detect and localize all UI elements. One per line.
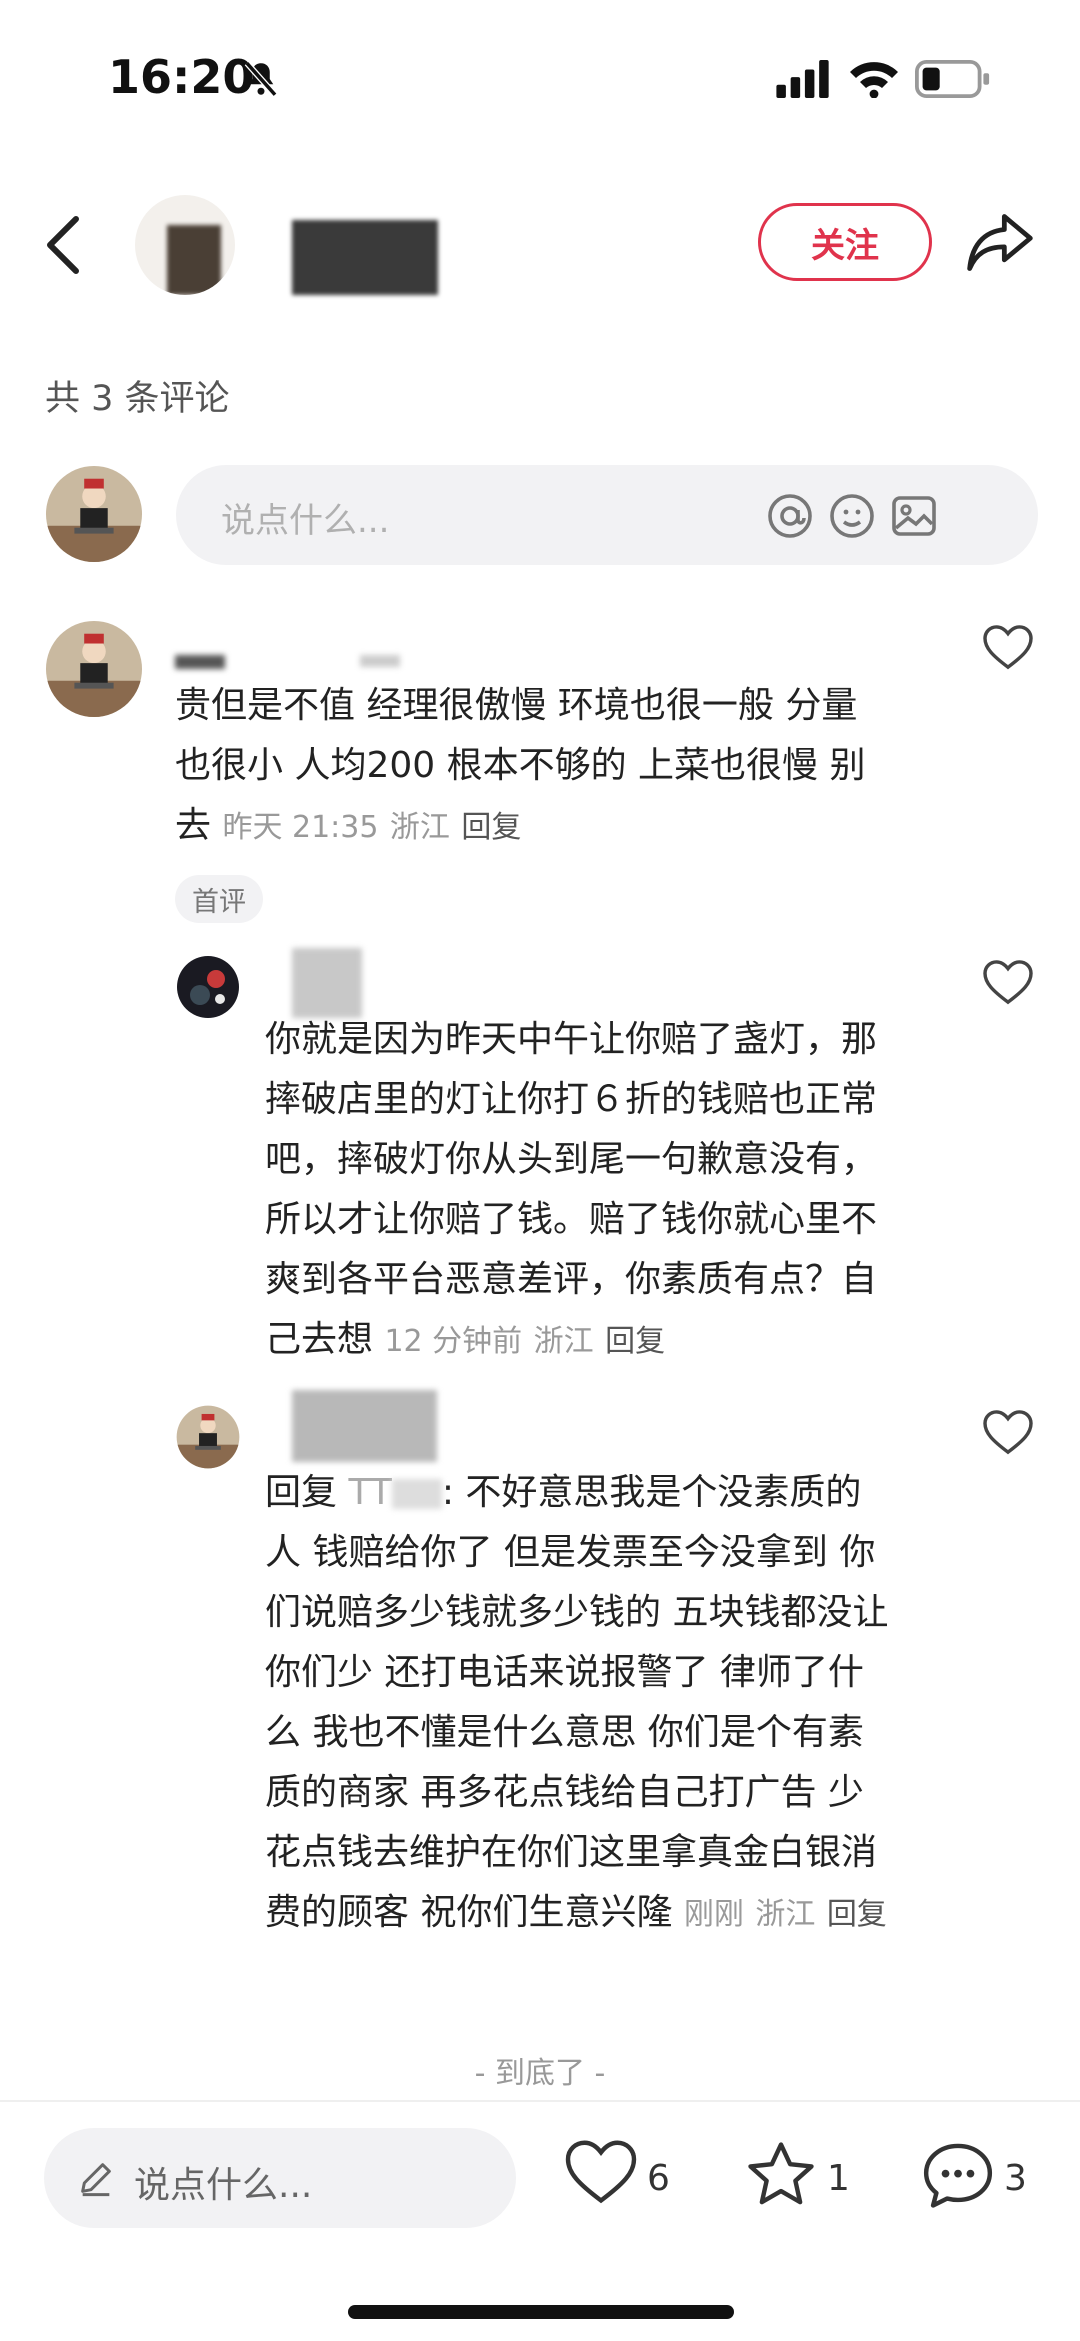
comment-time: 刚刚 [683, 1897, 744, 1932]
comment-2-line: 爽到各平台恶意差评，你素质有点？自 [265, 1259, 878, 1300]
comment-3-first-line: 回复 TT : 不好意思我是个没素质的 [265, 1463, 965, 1523]
commenter-name[interactable] [175, 655, 225, 669]
comment-3-line: 费的顾客 祝你们生意兴隆 [265, 1892, 673, 1933]
comment-2-last-line: 己去想 12 分钟前 浙江 回复 [265, 1310, 965, 1372]
emoji-icon[interactable] [828, 492, 876, 540]
reply-to-blur [391, 1479, 442, 1509]
author-avatar[interactable] [135, 195, 235, 295]
comment-1-line: 去 [175, 805, 212, 846]
comment-3-line: 质的商家 再多花点钱给自己打广告 少 [265, 1772, 864, 1813]
comment-3-line: : 不好意思我是个没素质的 [441, 1472, 862, 1513]
bottom-comment-input[interactable]: 说点什么... [44, 2128, 516, 2228]
first-comment-tag: 首评 [175, 875, 263, 923]
bottom-input-placeholder: 说点什么... [134, 2165, 313, 2206]
mention-icon[interactable] [766, 492, 814, 540]
like-button[interactable]: 6 [565, 2140, 685, 2220]
status-bar: 16:20 [0, 0, 1080, 150]
comment-input[interactable]: 说点什么... [176, 465, 1038, 565]
comment-3-last-line: 费的顾客 祝你们生意兴隆 刚刚 浙江 回复 [265, 1883, 965, 1945]
reply-button[interactable]: 回复 [605, 1324, 665, 1359]
status-time: 16:20 [108, 50, 255, 104]
bell-off-icon [244, 61, 278, 97]
commenter-name[interactable] [292, 948, 362, 1018]
comment-1-text: 贵但是不值 经理很傲慢 环境也很一般 分量 也很小 人均200 根本不够的 上菜… [175, 676, 935, 858]
comment-time: 12 分钟前 [384, 1324, 523, 1359]
commenter-name-extra [360, 655, 400, 667]
collect-button[interactable]: 1 [745, 2140, 855, 2220]
avatar[interactable] [176, 955, 240, 1019]
divider [0, 2100, 1080, 2102]
comment-1-line: 也很小 人均200 根本不够的 上菜也很慢 别 [175, 745, 866, 786]
comment-2-line: 你就是因为昨天中午让你赔了盏灯，那 [265, 1019, 878, 1060]
comment-time: 昨天 21:35 [222, 810, 379, 845]
comment-2-text: 你就是因为昨天中午让你赔了盏灯，那 摔破店里的灯让你打６折的钱赔也正常 吧，摔破… [265, 1010, 965, 1372]
heart-icon [565, 2140, 637, 2204]
back-arrow-icon[interactable] [44, 215, 84, 275]
comment-location: 浙江 [389, 810, 450, 845]
chat-bubble-icon [923, 2143, 993, 2208]
comment-3-line: 们说赔多少钱就多少钱的 五块钱都没让 [265, 1592, 889, 1633]
home-indicator[interactable] [348, 2305, 734, 2319]
comment-count: 共 3 条评论 [45, 379, 230, 419]
comment-input-placeholder: 说点什么... [221, 501, 390, 541]
collect-count: 1 [827, 2158, 850, 2199]
image-icon[interactable] [890, 492, 938, 540]
battery-icon [915, 60, 990, 98]
author-name[interactable] [292, 220, 438, 295]
comments-button[interactable]: 3 [922, 2140, 1042, 2220]
comment-3-text: 回复 TT : 不好意思我是个没素质的 人 钱赔给你了 但是发票至今没拿到 你 们… [265, 1463, 965, 1945]
share-icon[interactable] [965, 210, 1035, 275]
wifi-icon [850, 62, 898, 98]
comment-location: 浙江 [533, 1324, 594, 1359]
comment-2-line: 摔破店里的灯让你打６折的钱赔也正常 [265, 1079, 878, 1120]
reply-to-user[interactable]: TT [348, 1472, 391, 1513]
like-heart-icon[interactable] [983, 1410, 1033, 1456]
like-count: 6 [647, 2158, 670, 2199]
reply-button[interactable]: 回复 [461, 810, 521, 845]
star-icon [748, 2142, 814, 2205]
my-avatar [45, 465, 143, 563]
like-heart-icon[interactable] [983, 625, 1033, 671]
comment-total-count: 3 [1004, 2158, 1027, 2199]
comment-1-line: 贵但是不值 经理很傲慢 环境也很一般 分量 [175, 685, 858, 726]
reply-button[interactable]: 回复 [827, 1897, 887, 1932]
comment-3-line: 人 钱赔给你了 但是发票至今没拿到 你 [265, 1532, 876, 1573]
end-of-list: - 到底了 - [474, 2056, 606, 2091]
comment-2-line: 所以才让你赔了钱。赔了钱你就心里不 [265, 1199, 878, 1240]
comment-1-last-line: 去 昨天 21:35 浙江 回复 [175, 796, 935, 858]
reply-prefix: 回复 [265, 1472, 338, 1513]
commenter-name[interactable] [292, 1390, 437, 1462]
comment-3-line: 么 我也不懂是什么意思 你们是个有素 [265, 1712, 864, 1753]
comment-3-line: 你们少 还打电话来说报警了 律师了什 [265, 1652, 864, 1693]
signal-icon [776, 60, 829, 98]
avatar[interactable] [45, 620, 143, 718]
like-heart-icon[interactable] [983, 960, 1033, 1006]
pencil-icon [81, 2163, 111, 2197]
comment-location: 浙江 [755, 1897, 816, 1932]
follow-button[interactable]: 关注 [758, 203, 932, 281]
avatar[interactable] [176, 1405, 240, 1469]
comment-2-line: 吧，摔破灯你从头到尾一句歉意没有， [265, 1139, 878, 1180]
header: 关注 [0, 185, 1080, 300]
comment-3-line: 花点钱去维护在你们这里拿真金白银消 [265, 1832, 878, 1873]
comment-2-line: 己去想 [265, 1319, 374, 1360]
